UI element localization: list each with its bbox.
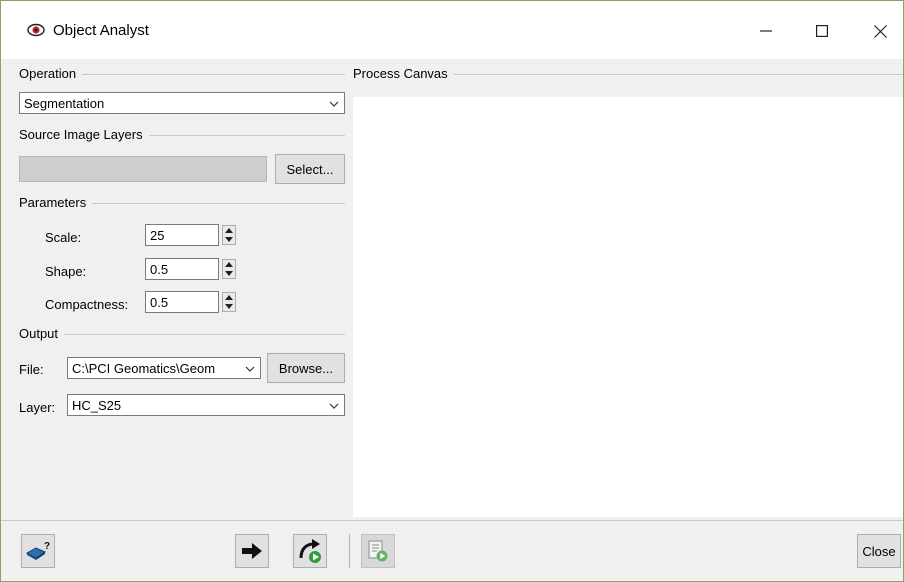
- shape-value: 0.5: [150, 262, 169, 277]
- output-group-line: [19, 334, 345, 335]
- output-file-select[interactable]: C:\PCI Geomatics\Geom: [67, 357, 261, 379]
- help-book-icon: ?: [25, 541, 50, 560]
- spin-up-icon[interactable]: [223, 226, 235, 235]
- bottom-toolbar: ? Close: [1, 520, 903, 581]
- browse-button[interactable]: Browse...: [267, 353, 345, 383]
- title-bar: Object Analyst: [1, 1, 903, 59]
- canvas-group-label: Process Canvas: [353, 66, 454, 81]
- batch-run-icon: [368, 540, 388, 562]
- spin-up-icon[interactable]: [223, 293, 235, 302]
- operation-group-label: Operation: [19, 66, 83, 81]
- minimize-icon: [760, 30, 772, 32]
- compactness-label: Compactness:: [45, 297, 129, 312]
- run-button[interactable]: [235, 534, 269, 568]
- toolbar-separator: [349, 534, 350, 568]
- operation-select-value: Segmentation: [24, 96, 105, 111]
- shape-label: Shape:: [45, 264, 87, 279]
- output-layer-value: HC_S25: [72, 398, 122, 413]
- parameters-group-label: Parameters: [19, 195, 93, 210]
- compactness-spinner[interactable]: [222, 292, 236, 312]
- eye-app-icon: [27, 23, 45, 37]
- output-file-value: C:\PCI Geomatics\Geom: [72, 361, 216, 376]
- scale-value: 25: [150, 228, 165, 243]
- svg-text:?: ?: [44, 541, 50, 552]
- source-layer-field[interactable]: [19, 156, 267, 182]
- spin-up-icon[interactable]: [223, 260, 235, 269]
- chevron-down-icon: [329, 101, 339, 107]
- compactness-input[interactable]: 0.5: [145, 291, 219, 313]
- object-analyst-window: Object Analyst Operation Segmentation So…: [0, 0, 904, 582]
- spin-down-icon[interactable]: [223, 269, 235, 278]
- chevron-down-icon: [329, 403, 339, 409]
- run-next-button[interactable]: [293, 534, 327, 568]
- redo-run-icon: [299, 539, 321, 563]
- output-layer-select[interactable]: HC_S25: [67, 394, 345, 416]
- file-label: File:: [19, 362, 44, 377]
- minimize-button[interactable]: [743, 13, 789, 49]
- arrow-right-icon: [242, 543, 262, 559]
- help-button[interactable]: ?: [21, 534, 55, 568]
- close-icon: [873, 24, 887, 38]
- layer-label: Layer:: [19, 400, 56, 415]
- spin-down-icon[interactable]: [223, 235, 235, 244]
- scale-label: Scale:: [45, 230, 82, 245]
- source-group-label: Source Image Layers: [19, 127, 149, 142]
- process-canvas[interactable]: [353, 97, 903, 517]
- compactness-value: 0.5: [150, 295, 169, 310]
- output-group-label: Output: [19, 326, 65, 341]
- window-title: Object Analyst: [53, 22, 149, 39]
- maximize-icon: [816, 25, 828, 37]
- spin-down-icon[interactable]: [223, 302, 235, 311]
- shape-spinner[interactable]: [222, 259, 236, 279]
- scale-spinner[interactable]: [222, 225, 236, 245]
- operation-select[interactable]: Segmentation: [19, 92, 345, 114]
- batch-run-button[interactable]: [361, 534, 395, 568]
- maximize-button[interactable]: [799, 13, 845, 49]
- chevron-down-icon: [245, 366, 255, 372]
- shape-input[interactable]: 0.5: [145, 258, 219, 280]
- select-button[interactable]: Select...: [275, 154, 345, 184]
- window-close-button[interactable]: [857, 13, 903, 49]
- scale-input[interactable]: 25: [145, 224, 219, 246]
- close-button[interactable]: Close: [857, 534, 901, 568]
